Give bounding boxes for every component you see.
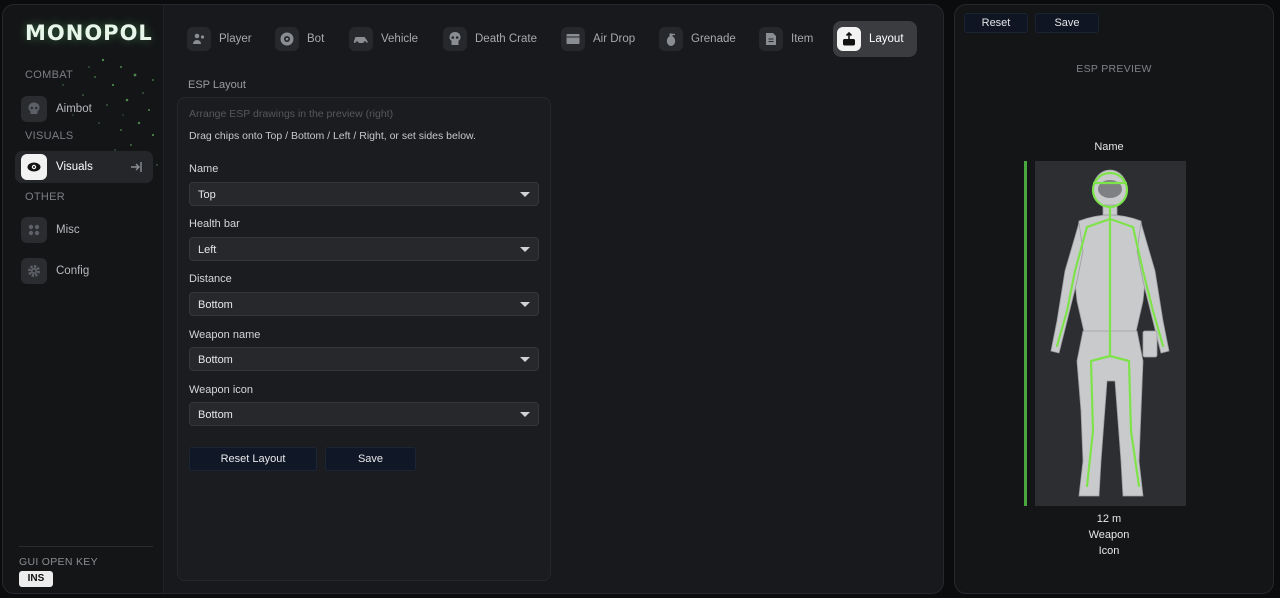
health-bar-position-label: Health bar [189, 218, 240, 230]
chevron-down-icon [520, 302, 530, 307]
tab-layout[interactable]: Layout [833, 21, 917, 57]
sidebar: MONOPOL COMBAT Aimbot VISUALS Visuals OT… [3, 5, 164, 593]
reset-layout-button[interactable]: Reset Layout [189, 447, 317, 471]
skull-icon [21, 96, 47, 122]
sidebar-item-label: Misc [56, 224, 80, 236]
select-value: Bottom [198, 409, 233, 421]
tab-label: Item [791, 33, 814, 45]
tab-grenade[interactable]: Grenade [655, 21, 744, 57]
tab-death-crate[interactable]: Death Crate [439, 21, 545, 57]
skull-icon [443, 27, 467, 51]
esp-layout-hint-muted: Arrange ESP drawings in the preview (rig… [189, 108, 394, 120]
section-combat: COMBAT [25, 69, 74, 81]
tab-label: Layout [869, 33, 904, 45]
grenade-icon [659, 27, 683, 51]
select-value: Bottom [198, 299, 233, 311]
section-visuals: VISUALS [25, 130, 74, 142]
sidebar-item-aimbot[interactable]: Aimbot [15, 93, 153, 125]
gui-open-key-label: GUI OPEN KEY [19, 556, 98, 568]
name-position-label: Name [189, 163, 219, 175]
sidebar-item-label: Config [56, 265, 90, 277]
crate-icon [561, 27, 585, 51]
preview-reset-button[interactable]: Reset [964, 13, 1028, 33]
tab-label: Grenade [691, 33, 736, 45]
weapon-name-position-select[interactable]: Bottom [189, 347, 539, 371]
distance-position-label: Distance [189, 273, 232, 285]
app-logo: MONOPOL [25, 21, 153, 45]
distance-position-select[interactable]: Bottom [189, 292, 539, 316]
item-icon [759, 27, 783, 51]
tab-vehicle[interactable]: Vehicle [345, 21, 426, 57]
tab-label: Vehicle [381, 33, 419, 45]
gear-icon [21, 258, 47, 284]
select-value: Left [198, 244, 217, 256]
preview-distance-label: 12 m [1096, 513, 1122, 525]
eye-icon [21, 154, 47, 180]
tab-label: Bot [307, 33, 325, 45]
chevron-down-icon [520, 192, 530, 197]
chevron-down-icon [520, 357, 530, 362]
main-window: MONOPOL COMBAT Aimbot VISUALS Visuals OT… [2, 4, 944, 594]
tab-label: Player [219, 33, 252, 45]
enter-arrow-icon [131, 162, 142, 172]
tab-label: Death Crate [475, 33, 538, 45]
car-icon [349, 27, 373, 51]
preview-save-button[interactable]: Save [1035, 13, 1099, 33]
tab-bot[interactable]: Bot [271, 21, 332, 57]
sidebar-item-visuals[interactable]: Visuals [15, 151, 153, 183]
esp-layout-panel: Arrange ESP drawings in the preview (rig… [177, 97, 551, 581]
preview-name-label: Name [1094, 141, 1124, 153]
sidebar-item-label: Visuals [56, 161, 93, 173]
preview-window: Reset Save ESP PREVIEW Name 12 m Weapon … [954, 4, 1274, 594]
preview-icon-label: Icon [1098, 545, 1120, 557]
sidebar-item-misc[interactable]: Misc [15, 214, 153, 246]
tab-item[interactable]: Item [755, 21, 821, 57]
save-button[interactable]: Save [325, 447, 416, 471]
grid-icon [21, 217, 47, 243]
esp-skeleton [1055, 171, 1165, 488]
layout-icon [837, 27, 861, 51]
tab-air-drop[interactable]: Air Drop [557, 21, 643, 57]
health-bar-position-select[interactable]: Left [189, 237, 539, 261]
section-other: OTHER [25, 191, 65, 203]
tab-label: Air Drop [593, 33, 636, 45]
preview-health-bar [1024, 161, 1027, 506]
player-icon [187, 27, 211, 51]
weapon-icon-position-label: Weapon icon [189, 384, 254, 396]
sidebar-divider [19, 546, 153, 547]
esp-layout-hint: Drag chips onto Top / Bottom / Left / Ri… [189, 130, 476, 142]
sidebar-item-config[interactable]: Config [15, 255, 153, 287]
preview-character-image [1035, 161, 1186, 506]
tab-player[interactable]: Player [183, 21, 260, 57]
bot-eye-icon [275, 27, 299, 51]
select-value: Top [198, 189, 216, 201]
preview-weapon-label: Weapon [1088, 529, 1130, 541]
chevron-down-icon [520, 247, 530, 252]
esp-layout-title: ESP Layout [188, 79, 246, 91]
weapon-icon-position-select[interactable]: Bottom [189, 402, 539, 426]
name-position-select[interactable]: Top [189, 182, 539, 206]
select-value: Bottom [198, 354, 233, 366]
preview-title: ESP PREVIEW [1076, 63, 1152, 75]
sidebar-item-label: Aimbot [56, 103, 92, 115]
chevron-down-icon [520, 412, 530, 417]
gui-open-key-button[interactable]: INS [19, 571, 53, 587]
weapon-name-position-label: Weapon name [189, 329, 261, 341]
